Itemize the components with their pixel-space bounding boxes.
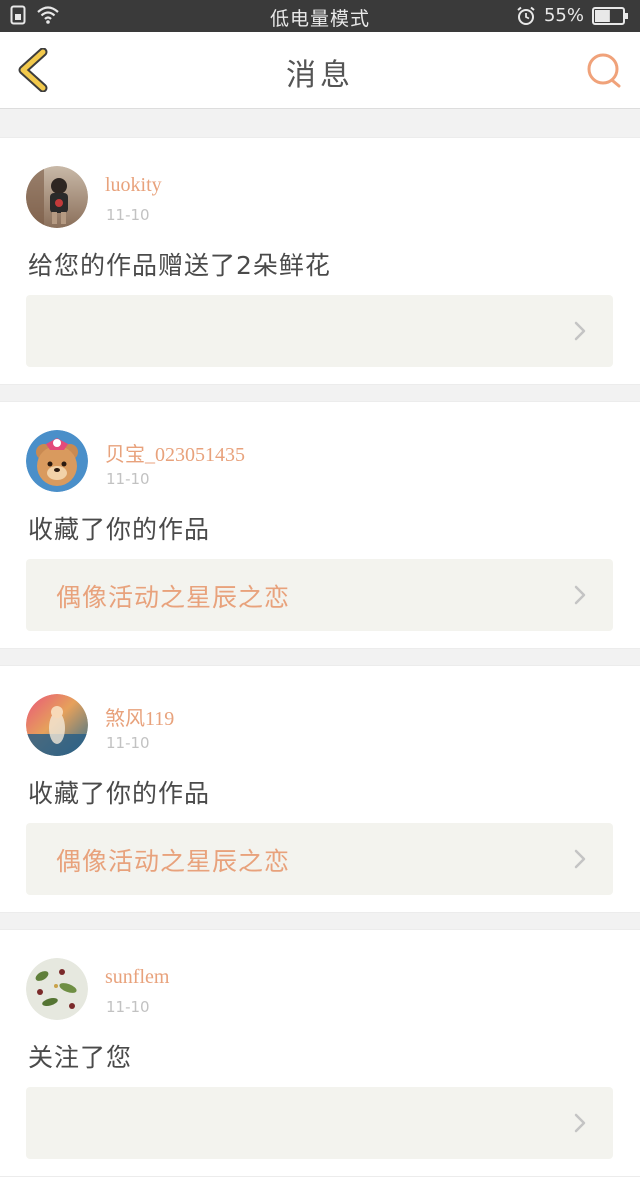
message-date: 11-10	[106, 998, 150, 1016]
message-date: 11-10	[106, 470, 150, 488]
username[interactable]: sunflem	[105, 966, 169, 989]
avatar[interactable]	[26, 958, 88, 1020]
username[interactable]: 贝宝_023051435	[105, 438, 245, 467]
work-link[interactable]	[26, 1087, 613, 1159]
page-title: 消息	[286, 58, 354, 93]
work-link[interactable]: 偶像活动之星辰之恋	[26, 823, 613, 895]
message-text: 收藏了你的作品	[28, 779, 211, 808]
avatar[interactable]	[26, 430, 88, 492]
battery-icon	[592, 6, 628, 25]
work-title: 偶像活动之星辰之恋	[56, 847, 291, 876]
work-link[interactable]	[26, 295, 613, 367]
message-date: 11-10	[106, 206, 150, 224]
message-text: 关注了您	[28, 1043, 133, 1072]
battery-percent: 55%	[543, 5, 584, 26]
username[interactable]: 煞风119	[105, 702, 174, 731]
status-bar: 低电量模式 55%	[0, 0, 640, 32]
username[interactable]: luokity	[105, 174, 162, 197]
message-text: 收藏了你的作品	[28, 515, 211, 544]
chevron-right-icon	[574, 1113, 586, 1133]
message-text: 给您的作品赠送了2朵鲜花	[28, 251, 331, 280]
message-item: sunflem 11-10 关注了您	[0, 929, 640, 1177]
message-item: luokity 11-10 给您的作品赠送了2朵鲜花	[0, 137, 640, 385]
app-header: 消息	[0, 32, 640, 109]
chevron-right-icon	[574, 849, 586, 869]
search-icon	[587, 53, 619, 85]
search-button[interactable]	[586, 52, 624, 90]
work-link[interactable]: 偶像活动之星辰之恋	[26, 559, 613, 631]
message-item: 贝宝_023051435 11-10 收藏了你的作品 偶像活动之星辰之恋	[0, 401, 640, 649]
alarm-icon	[517, 6, 535, 25]
chevron-right-icon	[574, 321, 586, 341]
chevron-right-icon	[574, 585, 586, 605]
message-item: 煞风119 11-10 收藏了你的作品 偶像活动之星辰之恋	[0, 665, 640, 913]
work-title: 偶像活动之星辰之恋	[56, 583, 291, 612]
status-right-icons: 55%	[516, 5, 630, 26]
avatar[interactable]	[26, 694, 88, 756]
message-date: 11-10	[106, 734, 150, 752]
avatar[interactable]	[26, 166, 88, 228]
